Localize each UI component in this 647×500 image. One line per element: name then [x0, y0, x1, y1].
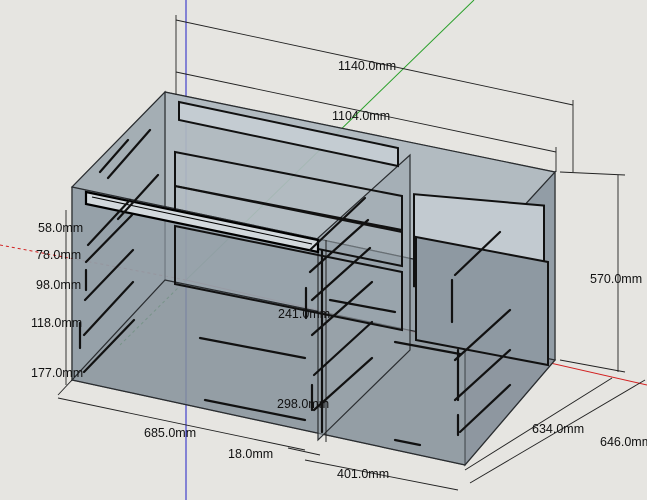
dim-mid-upper[interactable]: 241.0mm	[278, 307, 330, 321]
dim-drawer-3[interactable]: 98.0mm	[36, 278, 81, 292]
dim-overall-width[interactable]: 1140.0mm	[338, 59, 396, 73]
dim-drawer-4[interactable]: 118.0mm	[31, 316, 82, 330]
dim-inner-width[interactable]: 1104.0mm	[332, 109, 390, 123]
modeling-viewport[interactable]: 1140.0mm 1104.0mm 570.0mm 634.0mm 646.0m…	[0, 0, 647, 500]
dim-drawer-1[interactable]: 58.0mm	[38, 221, 83, 235]
dim-drawer-2[interactable]: 78.0mm	[36, 248, 81, 262]
dim-depth-outer[interactable]: 646.0mm	[600, 435, 647, 449]
dim-depth-inner[interactable]: 634.0mm	[532, 422, 584, 436]
dim-height[interactable]: 570.0mm	[590, 272, 642, 286]
dim-right-section[interactable]: 401.0mm	[337, 467, 389, 481]
dim-mid-lower[interactable]: 298.0mm	[277, 397, 329, 411]
model-canvas[interactable]: 1140.0mm 1104.0mm 570.0mm 634.0mm 646.0m…	[0, 0, 647, 500]
dim-divider[interactable]: 18.0mm	[228, 447, 273, 461]
dim-drawer-5[interactable]: 177.0mm	[31, 366, 83, 380]
dim-left-section[interactable]: 685.0mm	[144, 426, 196, 440]
